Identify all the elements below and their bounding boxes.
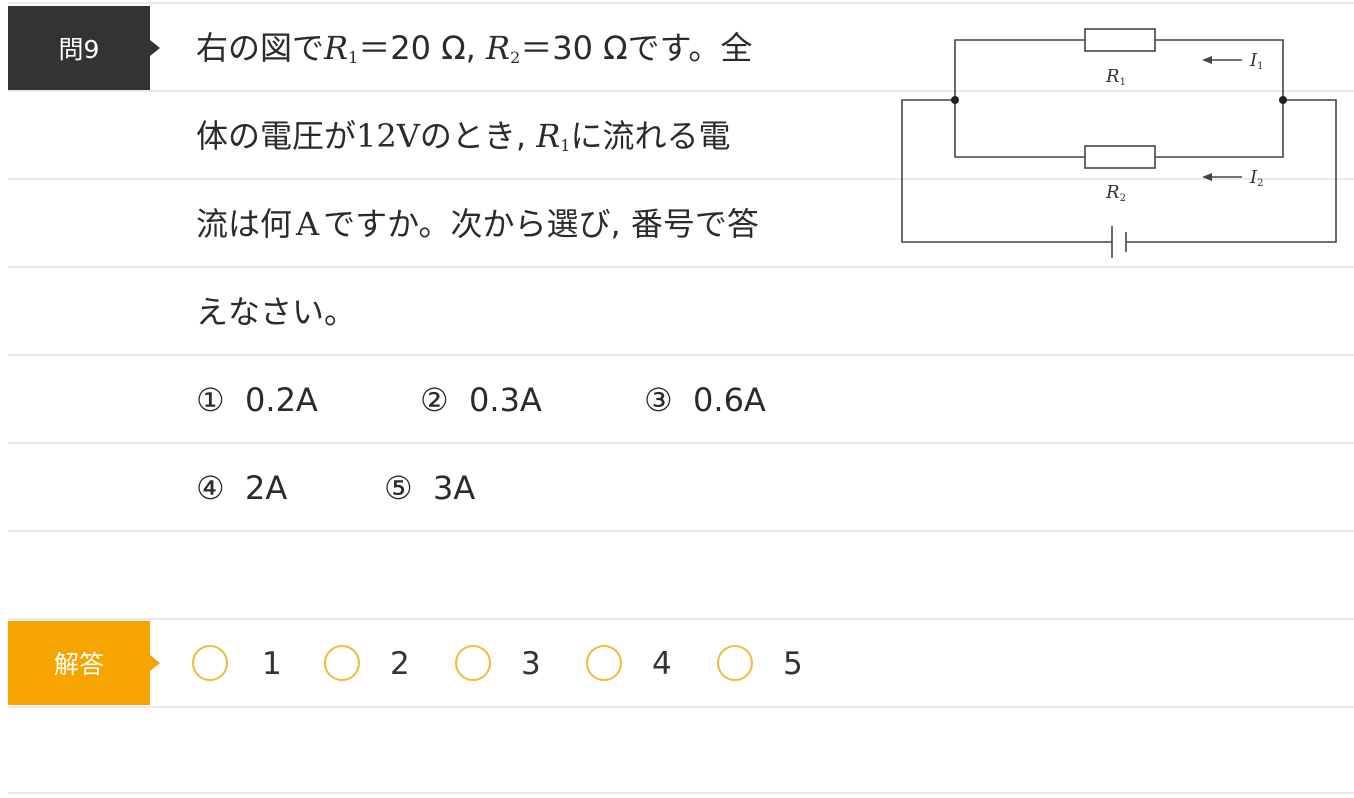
divider	[8, 354, 1354, 356]
divider	[8, 2, 1354, 4]
label-i2: I2	[1249, 167, 1264, 189]
divider	[8, 792, 1354, 794]
question-text-line-4: えなさい。	[196, 296, 356, 328]
arrowhead-1	[1202, 56, 1212, 64]
question-text: ですか。次から選び, 番号で答	[323, 205, 759, 243]
answer-label-text: 解答	[53, 650, 104, 679]
answer-radio-4[interactable]	[586, 645, 622, 681]
option-1: ① 0.2A	[196, 381, 318, 419]
question-text-line-3: 流は何 A ですか。次から選び, 番号で答	[196, 208, 759, 240]
question-text: 流は何	[196, 205, 293, 243]
answer-choice-label-5[interactable]: 5	[783, 646, 803, 682]
divider	[8, 442, 1354, 444]
answer-radio-2[interactable]	[324, 645, 360, 681]
resistor-1-value: ＝20 Ω,	[358, 29, 476, 67]
answer-choice-label-3[interactable]: 3	[521, 646, 541, 682]
unit-ampere: A	[296, 205, 320, 243]
question-text: えなさい。	[196, 293, 357, 331]
question-text-line-2: 体の電圧が12Vのとき, R1に流れる電	[196, 120, 731, 154]
question-number-text: 問9	[58, 35, 100, 64]
answer-label: 解答	[8, 621, 150, 705]
question-text: 体の電圧が	[196, 117, 357, 155]
answer-radio-3[interactable]	[455, 645, 491, 681]
question-text: のとき,	[419, 117, 527, 155]
voltage-value: 12V	[356, 117, 420, 155]
label-i1: I1	[1249, 50, 1264, 72]
resistor-2-value: ＝30 Ωです。全	[520, 29, 753, 67]
option-3: ③ 0.6A	[644, 381, 766, 419]
question-text-line-1: 右の図でR1＝20 Ω, R2＝30 Ωです。全	[196, 32, 752, 66]
circuit-diagram: R1 R2 I1 I2	[901, 28, 1337, 258]
answer-radio-5[interactable]	[717, 645, 753, 681]
junction-right	[1279, 96, 1287, 104]
resistor-r1	[1084, 28, 1156, 52]
option-5: ⑤ 3A	[384, 469, 476, 507]
divider	[8, 706, 1354, 708]
answer-choice-label-1[interactable]: 1	[262, 646, 282, 682]
resistor-1-symbol: R1	[536, 117, 571, 155]
question-text: 右の図で	[196, 29, 325, 67]
question-text: に流れる電	[570, 117, 731, 155]
label-r2: R2	[1105, 182, 1126, 204]
resistor-r2	[1084, 145, 1156, 169]
answer-choice-label-4[interactable]: 4	[652, 646, 672, 682]
answer-radio-1[interactable]	[192, 645, 228, 681]
divider	[8, 530, 1354, 532]
resistor-1-symbol: R1	[324, 29, 359, 67]
option-2: ② 0.3A	[420, 381, 542, 419]
wire-outer	[901, 99, 1337, 243]
resistor-2-symbol: R2	[486, 29, 521, 67]
arrowhead-2	[1202, 173, 1212, 181]
option-4: ④ 2A	[196, 469, 288, 507]
answer-choice-label-2[interactable]: 2	[390, 646, 410, 682]
question-number-label: 問9	[8, 6, 150, 90]
label-r1: R1	[1105, 66, 1126, 88]
junction-left	[951, 96, 959, 104]
divider	[8, 618, 1354, 620]
